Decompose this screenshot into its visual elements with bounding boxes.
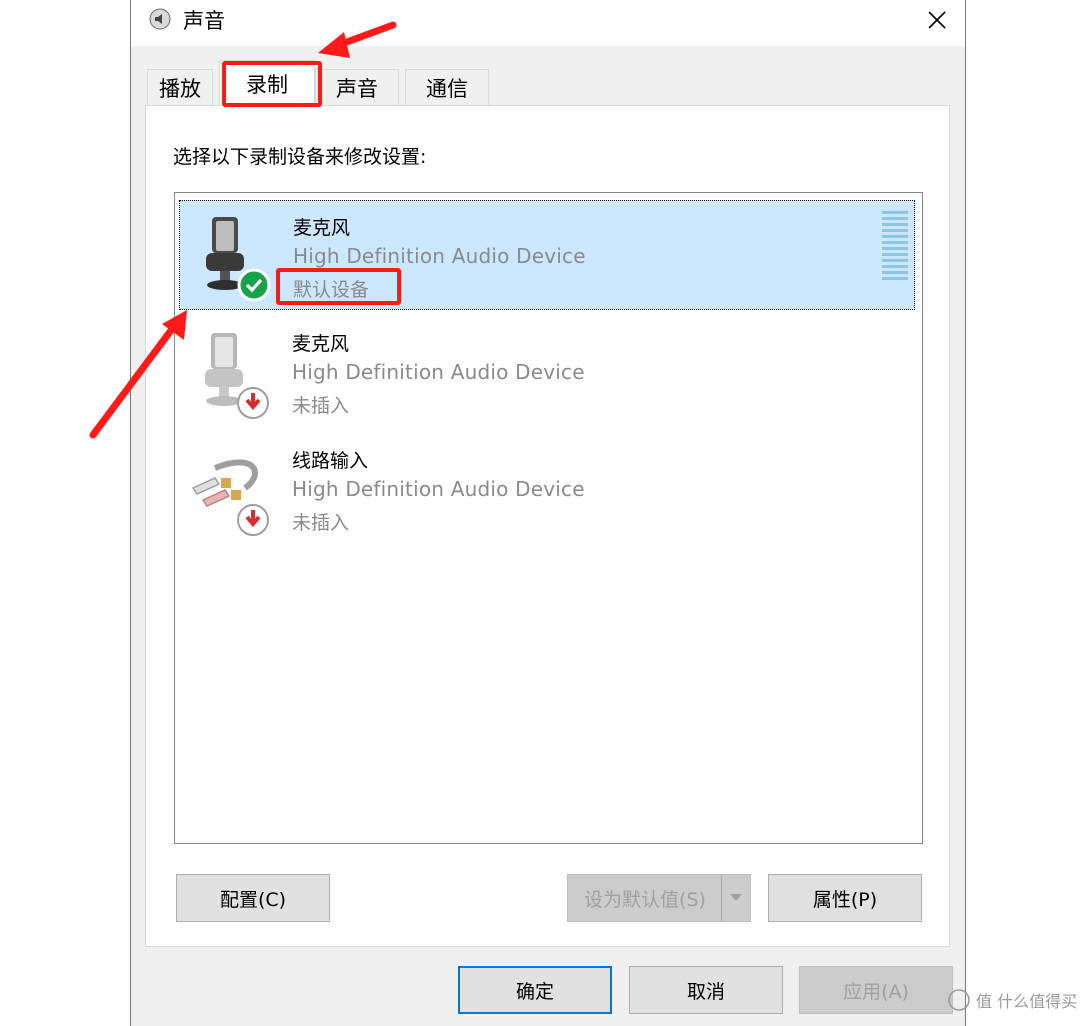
list-item-device[interactable]: 麦克风 High Definition Audio Device 未插入 xyxy=(179,317,915,427)
close-button[interactable] xyxy=(909,0,965,40)
tab-communications[interactable]: 通信 xyxy=(405,69,489,105)
cancel-button[interactable]: 取消 xyxy=(629,966,783,1014)
window-title: 声音 xyxy=(183,9,225,33)
watermark: 值 什么值得买 xyxy=(948,988,1077,1012)
close-icon xyxy=(928,11,946,29)
device-description: High Definition Audio Device xyxy=(292,360,585,384)
title-bar: 声音 xyxy=(131,0,965,46)
configure-button[interactable]: 配置(C) xyxy=(176,874,330,922)
default-check-icon xyxy=(237,268,271,302)
device-name: 线路输入 xyxy=(292,450,369,472)
sound-dialog: 声音 播放 录制 声音 通信 选择以下录制设备来修改设置: 麦克风 High D… xyxy=(130,0,966,1026)
tab-sounds[interactable]: 声音 xyxy=(315,69,399,105)
level-meter xyxy=(882,211,908,280)
microphone-icon xyxy=(206,217,271,302)
device-status: 未插入 xyxy=(292,512,350,534)
watermark-text: 值 什么值得买 xyxy=(976,992,1078,1011)
list-item-device[interactable]: 麦克风 High Definition Audio Device 默认设备 xyxy=(179,200,915,310)
device-description: High Definition Audio Device xyxy=(293,244,586,268)
instruction-text: 选择以下录制设备来修改设置: xyxy=(173,146,427,168)
chevron-down-icon xyxy=(730,894,742,901)
tab-recording[interactable]: 录制 xyxy=(219,60,315,106)
device-list[interactable]: 麦克风 High Definition Audio Device 默认设备 麦克… xyxy=(174,192,923,844)
device-description: High Definition Audio Device xyxy=(292,477,585,501)
set-default-button[interactable]: 设为默认值(S) xyxy=(567,874,751,922)
microphone-icon xyxy=(205,333,269,419)
set-default-dropdown[interactable] xyxy=(721,875,750,921)
device-status: 未插入 xyxy=(292,395,350,417)
device-status: 默认设备 xyxy=(293,279,370,301)
watermark-logo-icon xyxy=(948,989,970,1011)
properties-button[interactable]: 属性(P) xyxy=(768,874,922,922)
set-default-label: 设为默认值(S) xyxy=(584,888,706,911)
apply-button[interactable]: 应用(A) xyxy=(799,966,953,1014)
speaker-icon xyxy=(149,8,171,30)
device-name: 麦克风 xyxy=(293,217,351,239)
recording-panel: 选择以下录制设备来修改设置: 麦克风 High Definition Audio… xyxy=(145,105,950,947)
device-name: 麦克风 xyxy=(292,333,350,355)
list-item-device[interactable]: 线路输入 High Definition Audio Device 未插入 xyxy=(179,434,915,544)
line-in-cable-icon xyxy=(191,459,269,536)
tab-playback[interactable]: 播放 xyxy=(147,69,213,105)
ok-button[interactable]: 确定 xyxy=(458,966,612,1014)
